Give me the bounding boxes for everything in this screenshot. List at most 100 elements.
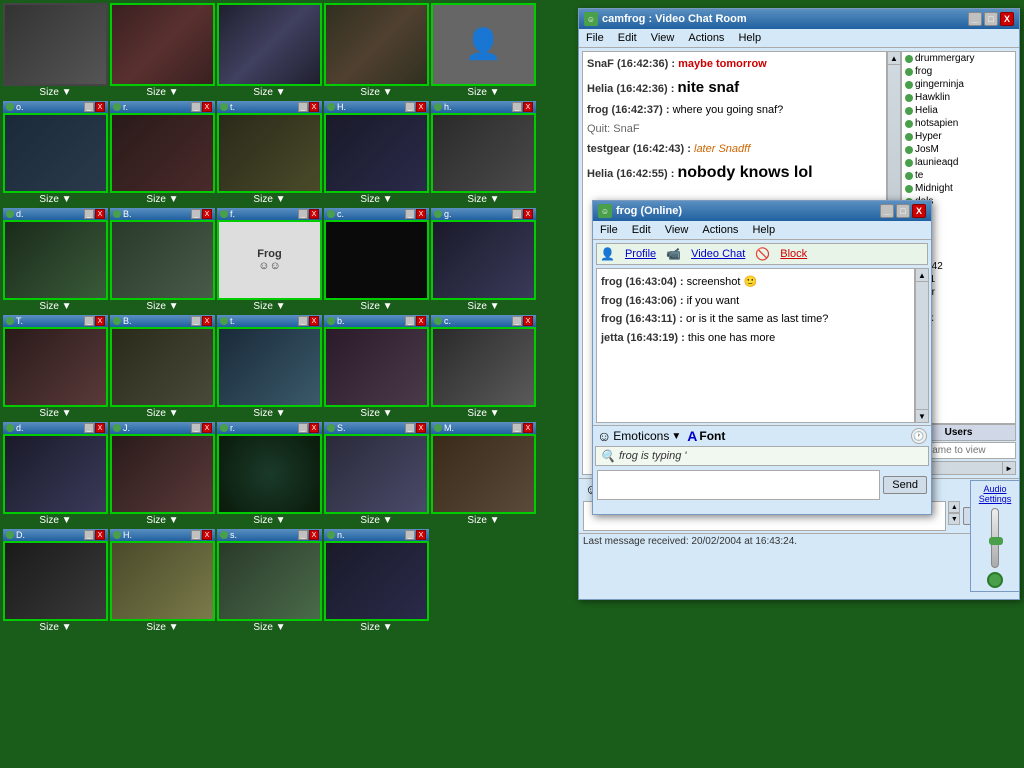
size-label-3[interactable]: Size ▼ — [253, 87, 285, 98]
user-item-hawklin[interactable]: Hawklin — [902, 91, 1015, 104]
frog-menu-file[interactable]: File — [597, 223, 621, 237]
video-cell-n: n. _ X Size ▼ — [324, 529, 429, 633]
video-cell-B2: B. _ X Size ▼ — [110, 315, 215, 419]
msg-input-scroll-down[interactable]: ▼ — [948, 513, 960, 525]
video-cell-1: Size ▼ — [3, 3, 108, 98]
main-menu-bar: File Edit View Actions Help — [579, 29, 1019, 48]
video-cell-t2: t. _ X Size ▼ — [217, 315, 322, 419]
vcell-close-h[interactable]: X — [523, 102, 533, 112]
video-cell-4: Size ▼ — [324, 3, 429, 98]
main-title-bar[interactable]: ☺ camfrog : Video Chat Room _ □ X — [579, 9, 1019, 29]
video-cell-o: o. _ X Size ▼ — [3, 101, 108, 205]
vcell-min-H[interactable]: _ — [405, 102, 415, 112]
top-video-row: Size ▼ Size ▼ Size ▼ Size ▼ 👤 Size ▼ — [3, 3, 572, 98]
size-label-1[interactable]: Size ▼ — [39, 87, 71, 98]
user-item-launieaqd[interactable]: launieaqd — [902, 156, 1015, 169]
video-cell-2: Size ▼ — [110, 3, 215, 98]
video-cell-H: H. _ X Size ▼ — [324, 101, 429, 205]
audio-settings-panel: Audio Settings — [970, 480, 1020, 592]
frog-msg-3: frog (16:43:11) : or is it the same as l… — [601, 310, 910, 329]
video-cell-c2: c. _ X Size ▼ — [431, 315, 536, 419]
video-cell-c1: c. _ X Size ▼ — [324, 208, 429, 312]
menu-view[interactable]: View — [648, 31, 678, 45]
size-label-5[interactable]: Size ▼ — [467, 87, 499, 98]
msg-snaf: SnaF (16:42:36) : maybe tomorrow — [587, 56, 882, 74]
user-item-josm[interactable]: JosM — [902, 143, 1015, 156]
frog-videochat-link[interactable]: Video Chat — [691, 248, 745, 260]
video-cell-r2: r. _ X Size ▼ — [217, 422, 322, 526]
video-cell-M: M. _ X Size ▼ — [431, 422, 536, 526]
frog-menu-edit[interactable]: Edit — [629, 223, 654, 237]
main-window-title: camfrog : Video Chat Room — [602, 13, 747, 25]
user-item-frog[interactable]: frog — [902, 65, 1015, 78]
frog-videochat-icon: 📹 — [666, 247, 681, 261]
user-item-drummergary[interactable]: drummergary — [902, 52, 1015, 65]
frog-menu-view[interactable]: View — [662, 223, 692, 237]
size-label-2[interactable]: Size ▼ — [146, 87, 178, 98]
frog-scroll-up[interactable]: ▲ — [915, 268, 929, 282]
vcell-close-t[interactable]: X — [309, 102, 319, 112]
frog-chat-input[interactable] — [597, 470, 880, 500]
msg-frog1: frog (16:42:37) : where you going snaf? — [587, 102, 882, 120]
size-label-H[interactable]: Size ▼ — [360, 194, 392, 205]
video-row-3: d. _ X Size ▼ B. _ X — [3, 208, 572, 312]
vcell-min-o[interactable]: _ — [84, 102, 94, 112]
msg-input-scroll-up[interactable]: ▲ — [948, 501, 960, 513]
user-item-gingerninja[interactable]: gingerninja — [902, 78, 1015, 91]
main-close-btn[interactable]: X — [1000, 12, 1014, 26]
frog-scroll-down[interactable]: ▼ — [915, 409, 929, 423]
frog-font-btn[interactable]: A Font — [687, 428, 725, 444]
frog-emoticons-btn[interactable]: ☺ Emoticons ▼ — [597, 428, 681, 444]
size-label-4[interactable]: Size ▼ — [360, 87, 392, 98]
frog-minimize-btn[interactable]: _ — [880, 204, 894, 218]
frog-title-bar[interactable]: ☺ frog (Online) _ □ X — [593, 201, 931, 221]
frog-close-btn[interactable]: X — [912, 204, 926, 218]
main-maximize-btn[interactable]: □ — [984, 12, 998, 26]
frog-maximize-btn[interactable]: □ — [896, 204, 910, 218]
frog-menu-help[interactable]: Help — [749, 223, 778, 237]
menu-actions[interactable]: Actions — [685, 31, 727, 45]
vcell-close-r[interactable]: X — [202, 102, 212, 112]
main-minimize-btn[interactable]: _ — [968, 12, 982, 26]
menu-file[interactable]: File — [583, 31, 607, 45]
user-item-hotsapien[interactable]: hotsapien — [902, 117, 1015, 130]
frog-chat-window: ☺ frog (Online) _ □ X File Edit View Act… — [592, 200, 932, 515]
menu-edit[interactable]: Edit — [615, 31, 640, 45]
frog-msg-4: jetta (16:43:19) : this one has more — [601, 329, 910, 348]
frog-menu-actions[interactable]: Actions — [699, 223, 741, 237]
size-label-o[interactable]: Size ▼ — [39, 194, 71, 205]
size-label-h[interactable]: Size ▼ — [467, 194, 499, 205]
frog-block-link[interactable]: Block — [780, 248, 807, 260]
video-cell-3: Size ▼ — [217, 3, 322, 98]
size-label-t[interactable]: Size ▼ — [253, 194, 285, 205]
user-item-hyper[interactable]: Hyper — [902, 130, 1015, 143]
user-scroll-right[interactable]: ► — [1002, 461, 1016, 475]
user-item-te[interactable]: te — [902, 169, 1015, 182]
user-item-midnight[interactable]: Midnight — [902, 182, 1015, 195]
audio-volume-knob[interactable] — [989, 537, 1003, 545]
video-cell-g1: g. _ X Size ▼ — [431, 208, 536, 312]
frog-send-btn[interactable]: Send — [883, 476, 927, 494]
frog-bottom-toolbar: ☺ Emoticons ▼ A Font 🕐 — [593, 425, 931, 446]
vcell-close-o[interactable]: X — [95, 102, 105, 112]
menu-help[interactable]: Help — [735, 31, 764, 45]
video-row-5: d. _ X Size ▼ J. _ X — [3, 422, 572, 526]
audio-mute-btn[interactable] — [987, 572, 1003, 588]
vcell-close-H[interactable]: X — [416, 102, 426, 112]
video-row-4: T. _ X Size ▼ B. _ X — [3, 315, 572, 419]
video-cell-S: S. _ X Size ▼ — [324, 422, 429, 526]
frog-block-icon: 🚫 — [755, 247, 770, 261]
frog-msg-2: frog (16:43:06) : if you want — [601, 292, 910, 311]
video-cell-B1: B. _ X Size ▼ — [110, 208, 215, 312]
audio-settings-label[interactable]: Audio Settings — [974, 484, 1016, 504]
msg-scroll-up[interactable]: ▲ — [887, 51, 901, 65]
frog-msg-1: frog (16:43:04) : screenshot 🙂 — [601, 273, 910, 292]
vcell-min-h[interactable]: _ — [512, 102, 522, 112]
frog-typing-indicator: 🔍 frog is typing ' — [595, 446, 929, 466]
frog-profile-link[interactable]: Profile — [625, 248, 656, 260]
vcell-min-t[interactable]: _ — [298, 102, 308, 112]
user-item-helia[interactable]: Helia — [902, 104, 1015, 117]
vcell-min-r[interactable]: _ — [191, 102, 201, 112]
video-cell-J: J. _ X Size ▼ — [110, 422, 215, 526]
size-label-r[interactable]: Size ▼ — [146, 194, 178, 205]
